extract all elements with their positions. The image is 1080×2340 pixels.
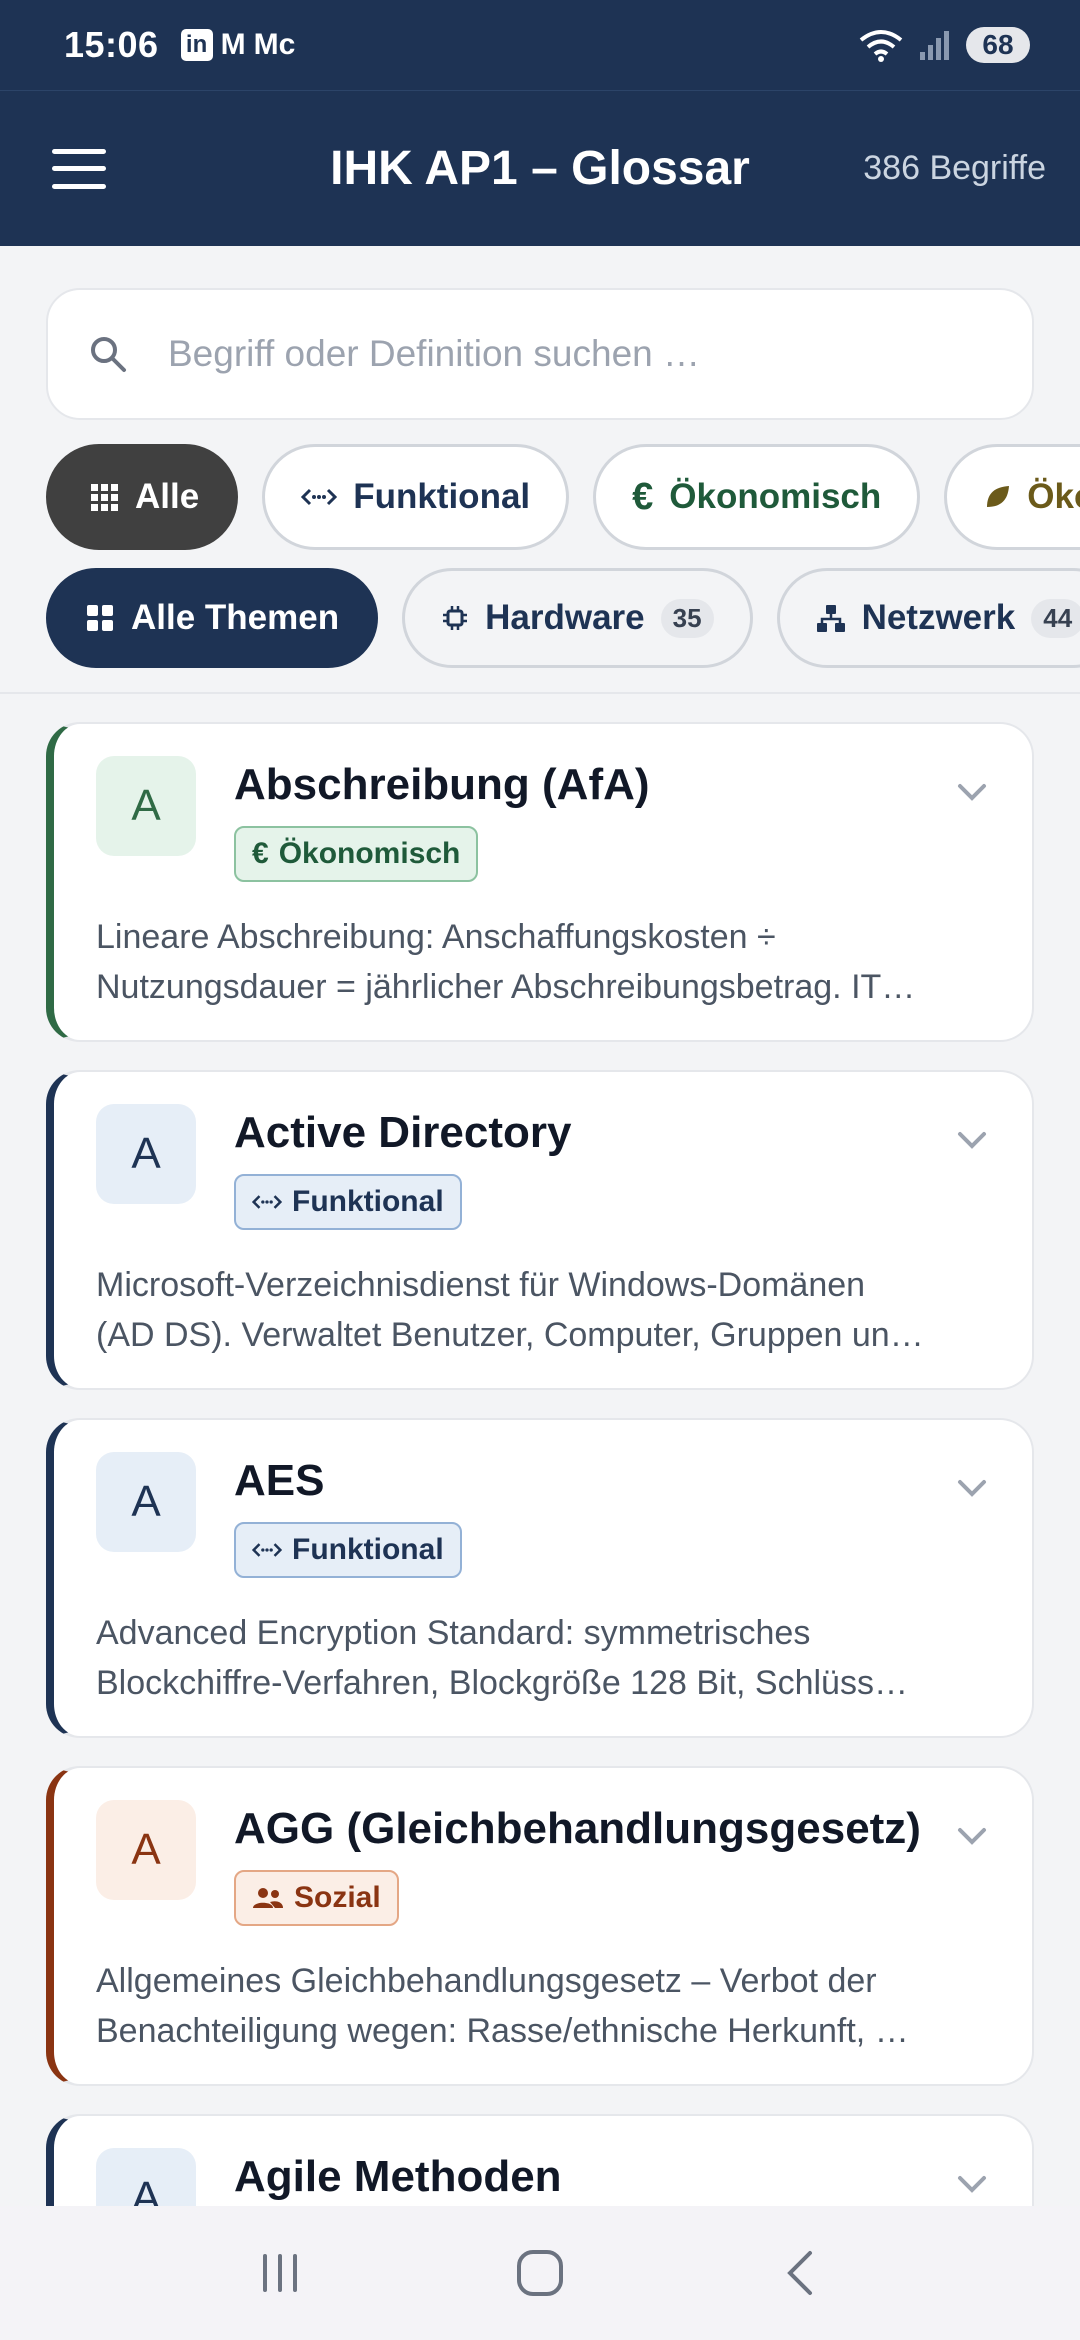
notification-icons: in M Mc <box>180 28 296 62</box>
card-description: Microsoft-Verzeichnisdienst für Windows-… <box>96 1266 924 1354</box>
filter-chip-label: Alle <box>135 477 200 516</box>
leaf-icon <box>987 486 1010 507</box>
signal-icon <box>920 31 949 60</box>
card-description: Allgemeines Gleichbehandlungsgesetz – Ve… <box>96 1962 909 2050</box>
chevron-down-icon[interactable] <box>952 1468 992 1508</box>
card-description: Lineare Abschreibung: Anschaffungskosten… <box>96 918 916 1006</box>
card-letter-avatar: A <box>96 756 196 856</box>
card-title: AES <box>234 1456 325 1505</box>
network-icon <box>816 605 845 632</box>
category-tag: Funktional <box>234 1174 462 1230</box>
home-icon <box>517 2250 563 2296</box>
category-tag: € Ökonomisch <box>234 826 479 882</box>
glossary-card[interactable]: A AES Funktional Advanced Encryption Sta… <box>46 1418 1034 1738</box>
category-tag: Sozial <box>234 1870 399 1926</box>
card-letter-avatar: A <box>96 2148 196 2206</box>
grid-icon <box>91 484 118 511</box>
topic-chip-netzwerk[interactable]: Netzwerk 44 <box>776 568 1080 668</box>
euro-icon: € <box>252 837 269 870</box>
category-tag: Funktional <box>234 1522 462 1578</box>
app-bar: IHK AP1 – Glossar 386 Begriffe <box>0 90 1080 246</box>
glossary-card[interactable]: A Agile Methoden <box>46 2114 1034 2206</box>
topic-chip-label: Hardware <box>485 598 645 637</box>
card-letter-avatar: A <box>96 1452 196 1552</box>
people-icon <box>253 1888 283 1908</box>
topic-chip-alle-themen[interactable]: Alle Themen <box>46 568 379 668</box>
category-filter-row: Alle Funktional € Ökonomisch Ökol <box>46 444 1080 550</box>
topic-count-badge: 44 <box>1031 598 1080 638</box>
apps-icon <box>87 605 113 631</box>
filter-chip-label: Ökol <box>1027 477 1080 516</box>
card-title: Agile Methoden <box>234 2152 562 2201</box>
topic-chip-hardware[interactable]: Hardware 35 <box>402 568 753 668</box>
status-time: 15:06 <box>64 24 159 65</box>
card-title: Active Directory <box>234 1108 572 1157</box>
search-box[interactable] <box>46 288 1034 420</box>
filter-chip-oekonomisch[interactable]: € Ökonomisch <box>593 444 921 550</box>
topic-filter-row: Alle Themen Hardware 35 Netzwerk 44 <box>46 568 1080 668</box>
code-icon <box>252 1543 282 1557</box>
card-description: Advanced Encryption Standard: symmetrisc… <box>96 1614 908 1702</box>
term-count: 386 Begriffe <box>863 149 1046 187</box>
home-button[interactable] <box>495 2228 585 2318</box>
hamburger-icon <box>52 148 106 154</box>
app-notification-icon: Mc <box>253 28 296 61</box>
topic-chip-label: Netzwerk <box>861 598 1016 637</box>
glossary-card[interactable]: A Active Directory Funktional Microsoft-… <box>46 1070 1034 1390</box>
glossary-list: A Abschreibung (AfA) € Ökonomisch Linear… <box>46 722 1034 2206</box>
glossary-card[interactable]: A Abschreibung (AfA) € Ökonomisch Linear… <box>46 722 1034 1042</box>
search-icon <box>91 337 126 372</box>
filter-chip-oekologisch[interactable]: Ökol <box>944 444 1080 550</box>
chevron-down-icon[interactable] <box>952 1816 992 1856</box>
card-title: AGG (Gleichbehandlungsgesetz) <box>234 1804 921 1853</box>
topic-chip-label: Alle Themen <box>131 598 340 637</box>
back-icon <box>787 2251 812 2295</box>
card-title: Abschreibung (AfA) <box>234 760 650 809</box>
chevron-down-icon[interactable] <box>952 1120 992 1160</box>
menu-button[interactable] <box>52 148 106 189</box>
recent-apps-button[interactable] <box>235 2228 325 2318</box>
code-icon <box>252 1195 282 1209</box>
code-icon <box>301 488 338 506</box>
linkedin-icon: in <box>180 29 213 61</box>
chip-icon <box>443 606 468 630</box>
battery-indicator: 68 <box>966 27 1030 63</box>
system-nav-bar <box>0 2206 1080 2340</box>
filter-chip-label: Ökonomisch <box>669 477 882 516</box>
recent-apps-icon <box>263 2254 297 2292</box>
status-bar: 15:06 in M Mc 68 <box>0 0 1080 90</box>
gmail-icon: M <box>220 28 246 61</box>
card-letter-avatar: A <box>96 1800 196 1900</box>
divider <box>0 692 1080 694</box>
chevron-down-icon[interactable] <box>952 2164 992 2204</box>
search-input[interactable] <box>168 333 988 375</box>
card-letter-avatar: A <box>96 1104 196 1204</box>
topic-count-badge: 35 <box>660 598 714 638</box>
chevron-down-icon[interactable] <box>952 772 992 812</box>
wifi-icon <box>859 30 903 62</box>
filter-chip-label: Funktional <box>353 477 531 516</box>
back-button[interactable] <box>755 2228 845 2318</box>
glossary-card[interactable]: A AGG (Gleichbehandlungsgesetz) Sozial A… <box>46 1766 1034 2086</box>
euro-icon: € <box>632 475 654 518</box>
filter-chip-funktional[interactable]: Funktional <box>262 444 570 550</box>
filter-chip-alle[interactable]: Alle <box>46 444 239 550</box>
